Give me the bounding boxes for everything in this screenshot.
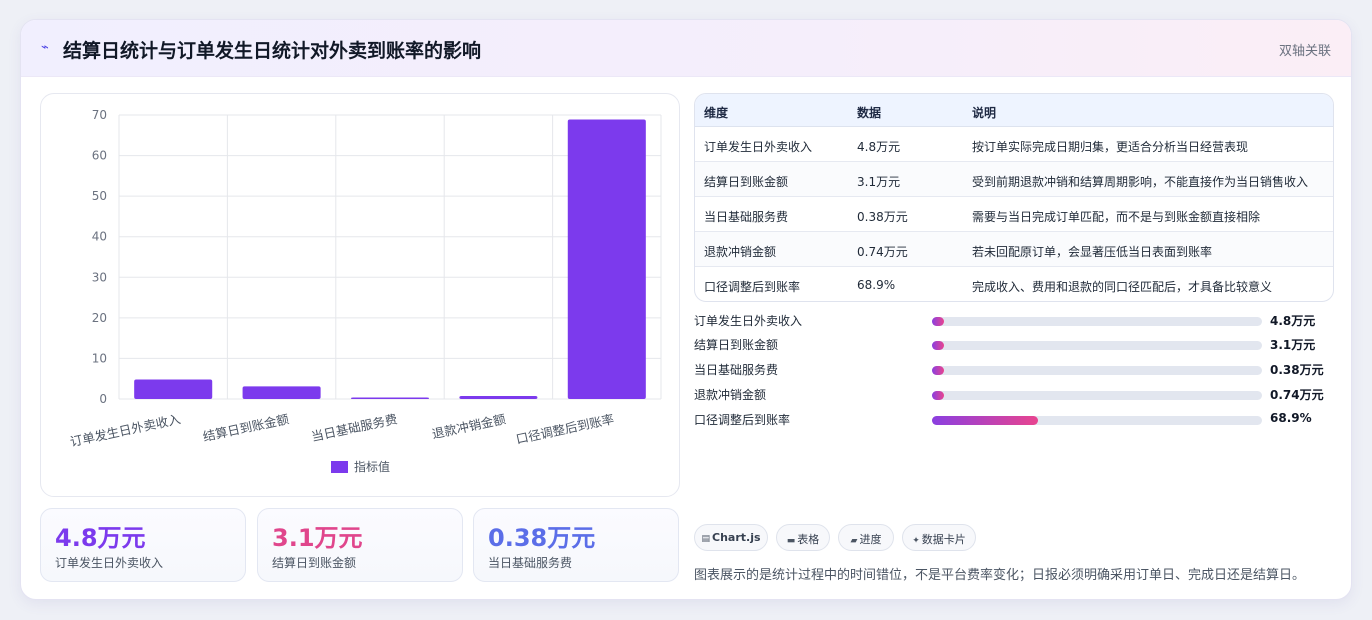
chart-icon: ▤ bbox=[701, 534, 710, 544]
pulse-line-icon: ⌁ bbox=[41, 40, 49, 55]
table-row: 当日基础服务费 0.38万元 需要与当日完成订单匹配，而不是与到账金额直接相除 bbox=[695, 197, 1333, 232]
table-header-cell: 维度 bbox=[704, 106, 729, 120]
chip-table[interactable]: ▬ 表格 bbox=[776, 524, 830, 551]
sparkle-icon: ✦ bbox=[912, 536, 920, 546]
stat-card-order-revenue: 4.8万元 订单发生日外卖收入 bbox=[40, 508, 246, 582]
progress-label: 订单发生日外卖收入 bbox=[694, 314, 803, 328]
progress-row: 口径调整后到账率 68.9% bbox=[694, 410, 1334, 430]
chip-label: 表格 bbox=[797, 533, 820, 546]
progress-row: 订单发生日外卖收入 4.8万元 bbox=[694, 311, 1334, 331]
progress-fill bbox=[932, 341, 944, 350]
table-cell: 若未回配原订单，会显著压低当日表面到账率 bbox=[972, 245, 1213, 259]
table-row: 退款冲销金额 0.74万元 若未回配原订单，会显著压低当日表面到账率 bbox=[695, 232, 1333, 267]
x-tick-label: 结算日到账金额 bbox=[202, 411, 291, 444]
table-row: 口径调整后到账率 68.9% 完成收入、费用和退款的同口径匹配后，才具备比较意义 bbox=[695, 267, 1333, 301]
progress-fill bbox=[932, 416, 1038, 425]
stat-value: 0.38万元 bbox=[488, 524, 596, 552]
progress-fill bbox=[932, 317, 944, 326]
x-tick-label: 订单发生日外卖收入 bbox=[69, 411, 183, 449]
table-cell: 受到前期退款冲销和结算周期影响，不能直接作为当日销售收入 bbox=[972, 175, 1309, 189]
bar bbox=[134, 379, 213, 399]
table-header-cell: 数据 bbox=[857, 106, 882, 120]
stat-label: 当日基础服务费 bbox=[488, 556, 573, 570]
chip-data-card[interactable]: ✦ 数据卡片 bbox=[902, 524, 976, 551]
progress-track bbox=[932, 366, 1262, 375]
card-title: 结算日统计与订单发生日统计对外卖到账率的影响 bbox=[63, 40, 482, 62]
progress-track bbox=[932, 416, 1262, 425]
chip-label: Chart.js bbox=[712, 531, 761, 544]
report-card: ⌁ 结算日统计与订单发生日统计对外卖到账率的影响 双轴关联 0 10 20 30 40 5… bbox=[20, 19, 1352, 600]
bar bbox=[459, 395, 538, 399]
stat-card-service-fee: 0.38万元 当日基础服务费 bbox=[473, 508, 679, 582]
stat-card-settlement: 3.1万元 结算日到账金额 bbox=[257, 508, 463, 582]
progress-row: 退款冲销金额 0.74万元 bbox=[694, 385, 1334, 405]
y-tick-label: 10 bbox=[92, 351, 107, 365]
progress-value: 4.8万元 bbox=[1270, 314, 1316, 328]
table-cell: 订单发生日外卖收入 bbox=[704, 140, 813, 154]
bar-chart: 0 10 20 30 40 50 60 70 订单发生日外卖收入 结算日到账金额 当日基础服务费 退款… bbox=[40, 93, 680, 497]
progress-value: 68.9% bbox=[1270, 411, 1312, 425]
table-cell: 退款冲销金额 bbox=[704, 245, 777, 259]
progress-track bbox=[932, 341, 1262, 350]
legend-label: 指标值 bbox=[354, 459, 390, 474]
card-header: ⌁ 结算日统计与订单发生日统计对外卖到账率的影响 双轴关联 bbox=[21, 20, 1351, 77]
chip-label: 数据卡片 bbox=[921, 533, 966, 546]
metrics-table: 维度 数据 说明 订单发生日外卖收入 4.8万元 按订单实际完成日期归集，更适合… bbox=[694, 93, 1334, 302]
footnote: 图表展示的是统计过程中的时间错位，不是平台费率变化；日报必须明确采用订单日、完成… bbox=[694, 568, 1306, 583]
progress-label: 退款冲销金额 bbox=[694, 388, 767, 402]
y-tick-label: 70 bbox=[92, 108, 107, 122]
progress-row: 结算日到账金额 3.1万元 bbox=[694, 335, 1334, 355]
table-cell: 0.74万元 bbox=[857, 245, 908, 259]
dual-axis-tag[interactable]: 双轴关联 bbox=[1279, 40, 1331, 59]
y-tick-label: 0 bbox=[99, 392, 107, 406]
progress-value: 3.1万元 bbox=[1270, 338, 1316, 352]
x-tick-label: 当日基础服务费 bbox=[310, 411, 399, 444]
progress-value: 0.38万元 bbox=[1270, 363, 1324, 377]
stat-value: 3.1万元 bbox=[272, 524, 363, 552]
y-tick-label: 40 bbox=[92, 230, 107, 244]
table-cell: 需要与当日完成订单匹配，而不是与到账金额直接相除 bbox=[972, 210, 1261, 224]
progress-track bbox=[932, 391, 1262, 400]
bar-chart-svg: 0 10 20 30 40 50 60 70 订单发生日外卖收入 结算日到账金额 当日基础服务费 退款… bbox=[69, 108, 662, 474]
table-cell: 68.9% bbox=[857, 278, 896, 292]
table-cell: 口径调整后到账率 bbox=[704, 280, 801, 294]
progress-label: 结算日到账金额 bbox=[694, 338, 779, 352]
y-tick-label: 60 bbox=[92, 149, 107, 163]
chip-chartjs[interactable]: ▤ Chart.js bbox=[694, 524, 768, 551]
progress-fill bbox=[932, 391, 944, 400]
progress-track bbox=[932, 317, 1262, 326]
stat-label: 订单发生日外卖收入 bbox=[55, 556, 164, 570]
table-cell: 结算日到账金额 bbox=[704, 175, 789, 189]
bar bbox=[242, 386, 321, 399]
legend-swatch bbox=[331, 461, 348, 473]
chip-label: 进度 bbox=[859, 533, 882, 546]
table-cell: 4.8万元 bbox=[857, 140, 901, 154]
x-tick-label: 口径调整后到账率 bbox=[514, 411, 615, 446]
chip-progress[interactable]: ▰ 进度 bbox=[838, 524, 894, 551]
bar bbox=[567, 119, 646, 399]
table-cell: 按订单实际完成日期归集，更适合分析当日经营表现 bbox=[972, 140, 1249, 154]
y-tick-label: 20 bbox=[92, 311, 107, 325]
table-icon: ▬ bbox=[786, 536, 796, 546]
table-cell: 当日基础服务费 bbox=[704, 210, 789, 224]
y-tick-label: 50 bbox=[92, 189, 107, 203]
x-tick-label: 退款冲销金额 bbox=[431, 411, 508, 441]
table-cell: 3.1万元 bbox=[857, 175, 901, 189]
y-tick-label: 30 bbox=[92, 270, 107, 284]
table-cell: 0.38万元 bbox=[857, 210, 908, 224]
stat-value: 4.8万元 bbox=[55, 524, 146, 552]
progress-value: 0.74万元 bbox=[1270, 388, 1324, 402]
table-header: 维度 数据 说明 bbox=[695, 94, 1333, 127]
stat-label: 结算日到账金额 bbox=[272, 556, 357, 570]
progress-fill bbox=[932, 366, 944, 375]
progress-label: 当日基础服务费 bbox=[694, 363, 779, 377]
bar bbox=[350, 397, 430, 399]
table-cell: 完成收入、费用和退款的同口径匹配后，才具备比较意义 bbox=[972, 280, 1273, 294]
progress-label: 口径调整后到账率 bbox=[694, 413, 791, 427]
table-row: 结算日到账金额 3.1万元 受到前期退款冲销和结算周期影响，不能直接作为当日销售… bbox=[695, 162, 1333, 197]
progress-row: 当日基础服务费 0.38万元 bbox=[694, 360, 1334, 380]
table-row: 订单发生日外卖收入 4.8万元 按订单实际完成日期归集，更适合分析当日经营表现 bbox=[695, 127, 1333, 162]
table-header-cell: 说明 bbox=[972, 106, 997, 120]
progress-icon: ▰ bbox=[850, 536, 858, 546]
